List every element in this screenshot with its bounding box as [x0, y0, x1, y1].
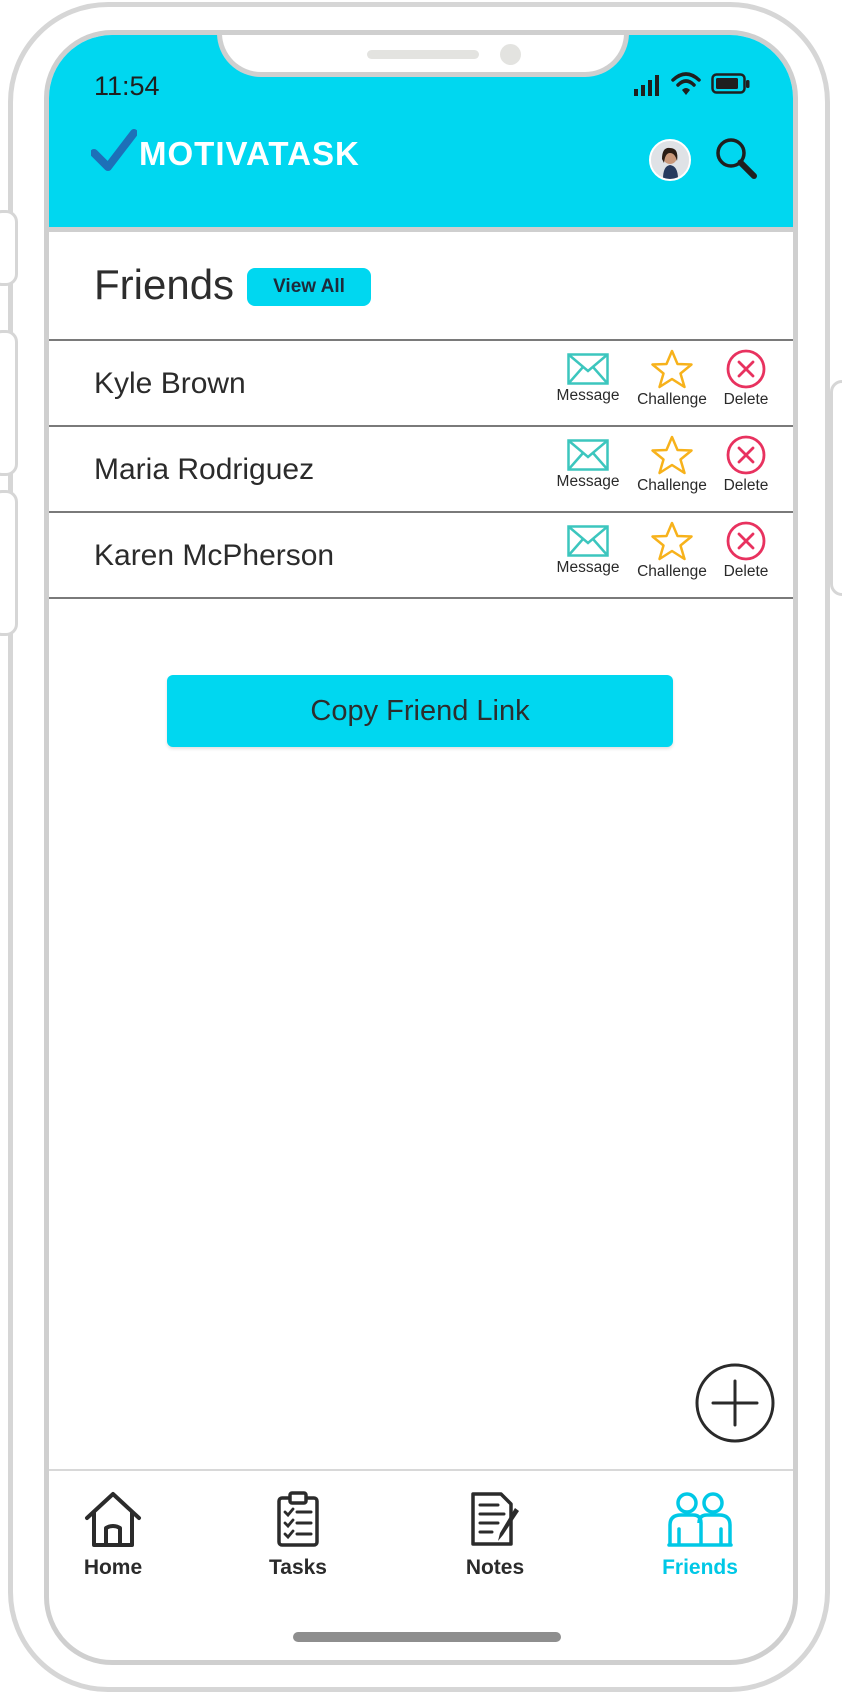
delete-button[interactable]: Delete [711, 435, 781, 505]
star-icon [651, 349, 693, 389]
signal-icon [634, 75, 659, 96]
message-label: Message [556, 387, 620, 404]
battery-icon [711, 73, 750, 94]
view-all-button[interactable]: View All [247, 268, 371, 306]
friend-row: Kyle Brown Message Challenge Delete [49, 341, 793, 427]
friend-name: Maria Rodriguez [94, 453, 315, 486]
delete-label: Delete [723, 391, 769, 408]
tab-notes[interactable]: Notes [440, 1491, 550, 1580]
close-icon [726, 521, 766, 561]
challenge-label: Challenge [637, 477, 707, 494]
avatar[interactable] [649, 139, 691, 181]
challenge-button[interactable]: Challenge [637, 521, 707, 591]
message-label: Message [556, 473, 620, 490]
message-label: Message [556, 559, 620, 576]
delete-label: Delete [723, 563, 769, 580]
wifi-icon [671, 72, 701, 95]
tab-tasks-label: Tasks [269, 1556, 327, 1579]
friend-name: Kyle Brown [94, 367, 246, 400]
add-button[interactable] [695, 1363, 775, 1443]
message-button[interactable]: Message [553, 439, 623, 509]
delete-button[interactable]: Delete [711, 521, 781, 591]
envelope-icon [567, 439, 609, 471]
mute-switch [0, 210, 18, 286]
tab-friends-label: Friends [662, 1556, 738, 1579]
copy-friend-link-button[interactable]: Copy Friend Link [167, 675, 673, 747]
power-button [830, 380, 842, 596]
friend-name: Karen McPherson [94, 539, 335, 572]
search-icon[interactable] [713, 135, 759, 181]
envelope-icon [567, 353, 609, 385]
star-icon [651, 435, 693, 475]
star-icon [651, 521, 693, 561]
friend-row: Karen McPherson Message Challenge Delete [49, 513, 793, 599]
close-icon [726, 435, 766, 475]
delete-button[interactable]: Delete [711, 349, 781, 419]
status-time: 11:54 [94, 71, 160, 101]
tab-friends[interactable]: Friends [645, 1491, 755, 1580]
challenge-button[interactable]: Challenge [637, 435, 707, 505]
message-button[interactable]: Message [553, 525, 623, 595]
profile-photo [651, 141, 689, 179]
app-brand: MOTIVATASK [139, 135, 360, 172]
envelope-icon [567, 525, 609, 557]
friend-row: Maria Rodriguez Message Challenge Delete [49, 427, 793, 513]
notes-icon [471, 1492, 519, 1546]
section-title: Friends [94, 261, 235, 308]
volume-down-button [0, 490, 18, 636]
tab-home-label: Home [83, 1556, 143, 1579]
tab-notes-label: Notes [465, 1556, 525, 1579]
tab-tasks[interactable]: Tasks [243, 1491, 353, 1580]
delete-label: Delete [723, 477, 769, 494]
tab-bar-divider [49, 1469, 793, 1471]
volume-up-button [0, 330, 18, 476]
checkmark-logo-icon [91, 129, 137, 171]
home-indicator [293, 1632, 561, 1642]
tab-home[interactable]: Home [58, 1491, 168, 1580]
challenge-label: Challenge [637, 391, 707, 408]
clipboard-icon [277, 1491, 319, 1547]
speaker [367, 50, 479, 59]
close-icon [726, 349, 766, 389]
phone-screen: 11:54 MOTIVATASK Friends View All Kyle B… [44, 30, 798, 1665]
challenge-label: Challenge [637, 563, 707, 580]
front-camera [500, 44, 521, 65]
challenge-button[interactable]: Challenge [637, 349, 707, 419]
message-button[interactable]: Message [553, 353, 623, 423]
friends-icon [667, 1492, 733, 1547]
home-icon [85, 1492, 141, 1547]
